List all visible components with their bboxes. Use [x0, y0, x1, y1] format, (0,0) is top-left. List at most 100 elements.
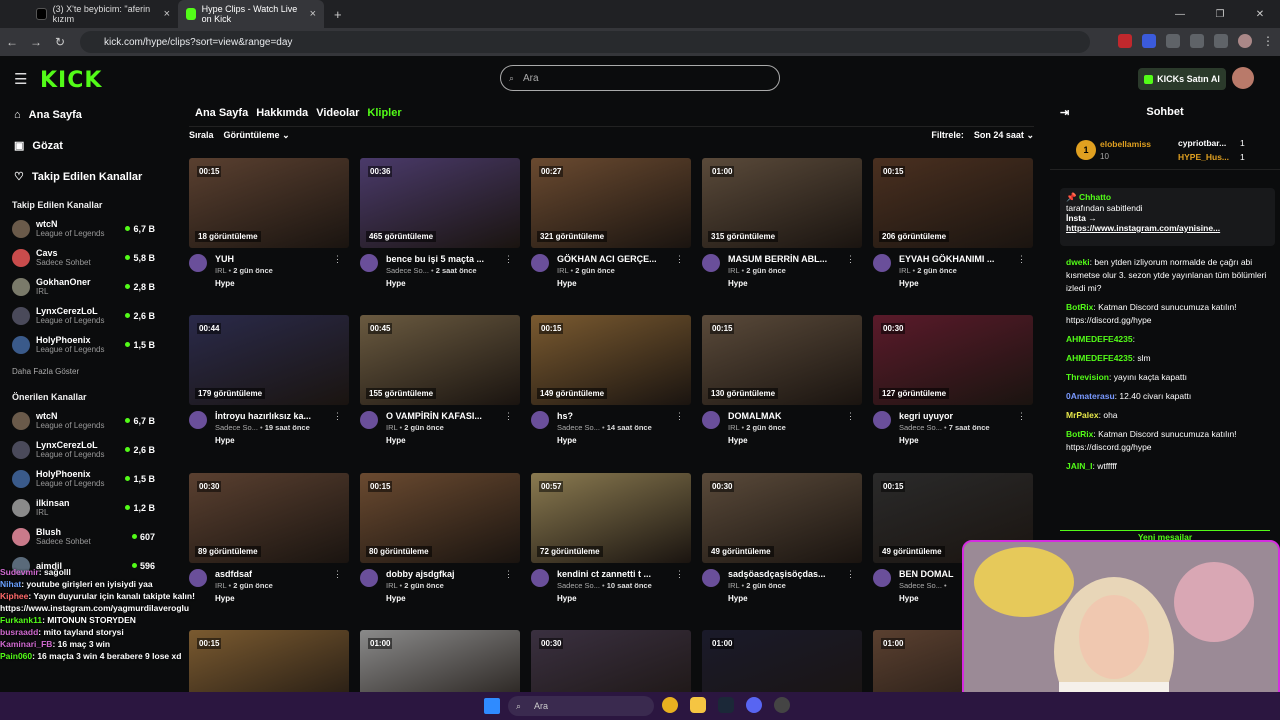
- clip-channel[interactable]: Hype: [899, 436, 1009, 445]
- collapse-chat-icon[interactable]: ⇥: [1060, 106, 1069, 119]
- clip-channel[interactable]: Hype: [215, 279, 325, 288]
- tab-home[interactable]: Ana Sayfa: [195, 107, 248, 119]
- leader-name[interactable]: elobellamiss: [1100, 139, 1151, 149]
- close-window-icon[interactable]: ✕: [1240, 9, 1280, 20]
- more-options-icon[interactable]: ⋮: [675, 254, 684, 288]
- steam-icon[interactable]: [718, 697, 734, 713]
- more-options-icon[interactable]: ⋮: [504, 411, 513, 445]
- extension-icon[interactable]: [1166, 34, 1180, 48]
- chat-username[interactable]: dweki: [1066, 257, 1090, 267]
- clip-thumbnail[interactable]: 00:30: [531, 630, 691, 692]
- clip-thumbnail[interactable]: 00:15 149 görüntüleme: [531, 315, 691, 405]
- more-options-icon[interactable]: ⋮: [504, 254, 513, 288]
- clip-channel[interactable]: Hype: [215, 436, 325, 445]
- chat-username[interactable]: BotRix: [1066, 429, 1093, 439]
- clip-thumbnail[interactable]: 00:36 465 görüntüleme: [360, 158, 520, 248]
- leader-name[interactable]: cypriotbar...: [1178, 138, 1226, 148]
- clip-card[interactable]: 00:27 321 görüntüleme GÖKHAN ACI GERÇE..…: [531, 158, 691, 288]
- sidebar-item-home[interactable]: ⌂ Ana Sayfa: [0, 100, 165, 130]
- clip-channel[interactable]: Hype: [386, 279, 496, 288]
- clip-channel[interactable]: Hype: [728, 279, 838, 288]
- clip-card[interactable]: 00:30 127 görüntüleme kegri uyuyor Sadec…: [873, 315, 1033, 445]
- kick-logo[interactable]: KICK: [40, 68, 102, 93]
- clip-thumbnail[interactable]: 00:27 321 görüntüleme: [531, 158, 691, 248]
- clip-title[interactable]: MASUM BERRİN ABL...: [728, 254, 838, 264]
- chat-username[interactable]: AHMEDEFE4235: [1066, 334, 1133, 344]
- clip-title[interactable]: O VAMPİRİN KAFASI...: [386, 411, 496, 421]
- clip-channel[interactable]: Hype: [557, 436, 667, 445]
- channel-avatar[interactable]: [873, 254, 891, 272]
- channel-item[interactable]: GokhanOner IRL 2,8 B: [0, 272, 165, 301]
- channel-avatar[interactable]: [360, 411, 378, 429]
- clip-thumbnail[interactable]: 00:15 18 görüntüleme: [189, 158, 349, 248]
- filter-dropdown[interactable]: Son 24 saat ⌄: [974, 130, 1034, 141]
- start-icon[interactable]: [484, 698, 500, 714]
- chrome-icon[interactable]: [662, 697, 678, 713]
- clip-title[interactable]: kendini ct zannetti t ...: [557, 569, 667, 579]
- clip-thumbnail[interactable]: 01:00 315 görüntüleme: [702, 158, 862, 248]
- chat-username[interactable]: JAIN_I: [1066, 461, 1092, 471]
- channel-item[interactable]: HolyPhoenix League of Legends 1,5 B: [0, 330, 165, 359]
- clip-channel[interactable]: Hype: [557, 594, 667, 603]
- clip-card[interactable]: 01:00: [702, 630, 862, 692]
- profile-icon[interactable]: [1238, 34, 1252, 48]
- clip-thumbnail[interactable]: 01:00: [702, 630, 862, 692]
- channel-avatar[interactable]: [873, 569, 891, 587]
- extension-icon[interactable]: [1118, 34, 1132, 48]
- channel-avatar[interactable]: [531, 254, 549, 272]
- more-options-icon[interactable]: ⋮: [333, 254, 342, 288]
- chat-username[interactable]: 0Amaterasu: [1066, 391, 1115, 401]
- chat-username[interactable]: Threvision: [1066, 372, 1109, 382]
- pinned-link[interactable]: https://www.instagram.com/aynisine...: [1066, 223, 1269, 233]
- channel-item[interactable]: Cavs Sadece Sohbet 5,8 B: [0, 243, 165, 272]
- more-options-icon[interactable]: ⋮: [846, 411, 855, 445]
- clip-title[interactable]: İntroyu hazırlıksız ka...: [215, 411, 325, 421]
- clip-thumbnail[interactable]: 00:30 89 görüntüleme: [189, 473, 349, 563]
- more-options-icon[interactable]: ⋮: [333, 569, 342, 603]
- close-tab-icon[interactable]: ×: [310, 8, 316, 20]
- discord-icon[interactable]: [746, 697, 762, 713]
- more-icon[interactable]: ⋮: [1262, 34, 1274, 48]
- clip-title[interactable]: DOMALMAK: [728, 411, 838, 421]
- clip-thumbnail[interactable]: 00:30 49 görüntüleme: [702, 473, 862, 563]
- tab-clips[interactable]: Klipler: [367, 107, 401, 119]
- pinned-message[interactable]: 📌 Chhatto tarafından sabitlendi İnsta → …: [1060, 188, 1275, 246]
- clip-thumbnail[interactable]: 00:44 179 görüntüleme: [189, 315, 349, 405]
- channel-item[interactable]: ilkinsan IRL 1,2 B: [0, 493, 165, 522]
- url-bar[interactable]: kick.com/hype/clips?sort=view&range=day: [80, 31, 1090, 53]
- close-tab-icon[interactable]: ×: [164, 8, 170, 20]
- channel-item[interactable]: HolyPhoenix League of Legends 1,5 B: [0, 464, 165, 493]
- clip-card[interactable]: 00:15 130 görüntüleme DOMALMAK IRL • 2 g…: [702, 315, 862, 445]
- clip-title[interactable]: hs?: [557, 411, 667, 421]
- clip-thumbnail[interactable]: 00:15 206 görüntüleme: [873, 158, 1033, 248]
- clip-channel[interactable]: Hype: [386, 436, 496, 445]
- clip-card[interactable]: 00:30 49 görüntüleme sadşöasdçaşisöçdas.…: [702, 473, 862, 603]
- channel-avatar[interactable]: [702, 569, 720, 587]
- channel-avatar[interactable]: [360, 569, 378, 587]
- channel-item[interactable]: wtcN League of Legends 6,7 B: [0, 214, 165, 243]
- channel-avatar[interactable]: [531, 411, 549, 429]
- clip-thumbnail[interactable]: 00:57 72 görüntüleme: [531, 473, 691, 563]
- clip-card[interactable]: 00:57 72 görüntüleme kendini ct zannetti…: [531, 473, 691, 603]
- more-options-icon[interactable]: ⋮: [846, 569, 855, 603]
- clip-card[interactable]: 01:00 315 görüntüleme MASUM BERRİN ABL..…: [702, 158, 862, 288]
- clip-thumbnail[interactable]: 00:15 80 görüntüleme: [360, 473, 520, 563]
- more-options-icon[interactable]: ⋮: [504, 569, 513, 603]
- buy-kicks-button[interactable]: KICKs Satın Al: [1138, 68, 1226, 90]
- clip-channel[interactable]: Hype: [557, 279, 667, 288]
- channel-avatar[interactable]: [360, 254, 378, 272]
- channel-avatar[interactable]: [702, 411, 720, 429]
- channel-item[interactable]: LynxCerezLoL League of Legends 2,6 B: [0, 301, 165, 330]
- hamburger-icon[interactable]: ☰: [14, 70, 27, 88]
- browser-tab-kick[interactable]: Hype Clips - Watch Live on Kick ×: [178, 0, 324, 28]
- channel-item[interactable]: LynxCerezLoL League of Legends 2,6 B: [0, 435, 165, 464]
- sidebar-item-browse[interactable]: ▣ Gözat: [0, 130, 165, 161]
- more-options-icon[interactable]: ⋮: [675, 569, 684, 603]
- channel-avatar[interactable]: [189, 254, 207, 272]
- obs-icon[interactable]: [774, 697, 790, 713]
- more-options-icon[interactable]: ⋮: [675, 411, 684, 445]
- new-tab-icon[interactable]: +: [334, 7, 342, 22]
- tab-about[interactable]: Hakkımda: [256, 107, 308, 119]
- reload-icon[interactable]: ↻: [48, 35, 72, 49]
- more-options-icon[interactable]: ⋮: [333, 411, 342, 445]
